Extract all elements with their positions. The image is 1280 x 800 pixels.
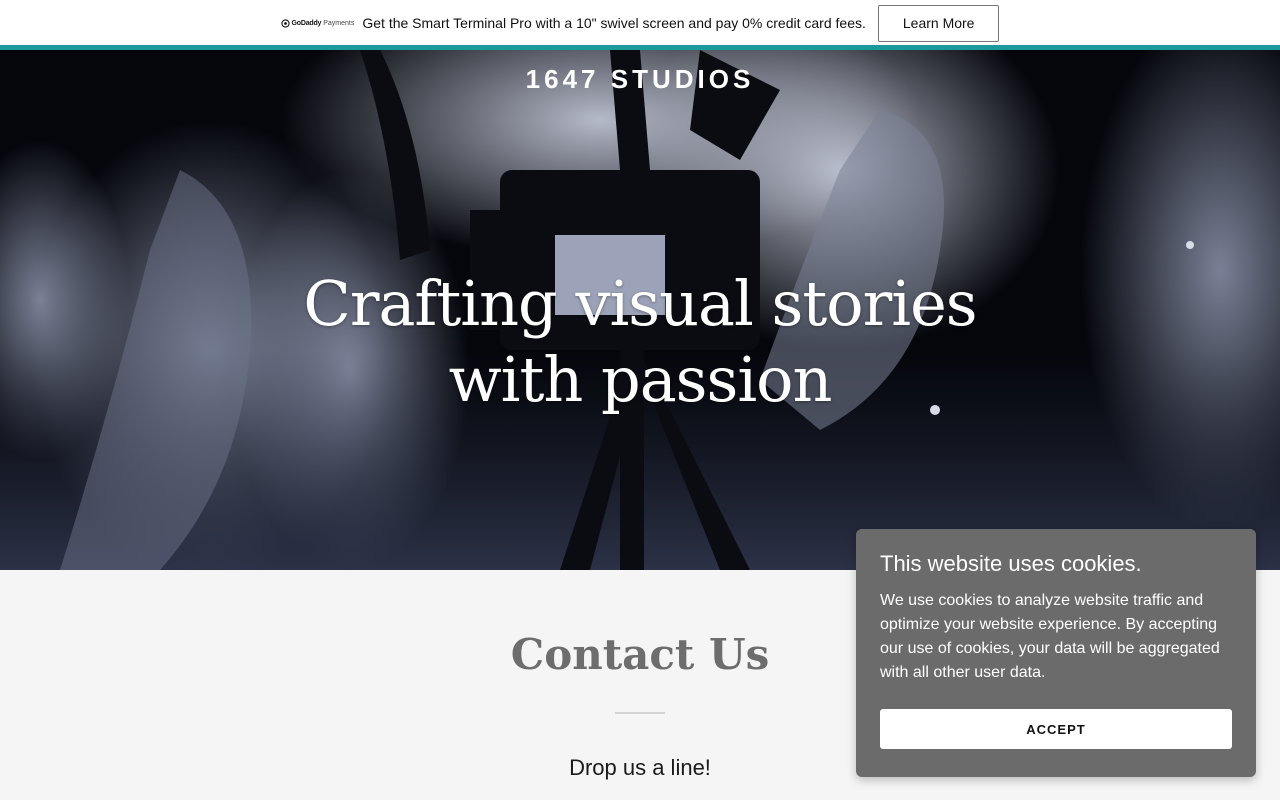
cookie-body: We use cookies to analyze website traffi…: [880, 592, 1220, 681]
site-title[interactable]: 1647 STUDIOS: [0, 64, 1280, 95]
godaddy-payments-logo: GoDaddy Payments: [280, 18, 355, 28]
logo-brand: GoDaddy: [291, 19, 322, 27]
section-divider: [615, 712, 665, 714]
hero-headline: Crafting visual stories with passion: [303, 267, 977, 416]
godaddy-logo-icon: [280, 18, 290, 28]
cookie-title: This website uses cookies.: [880, 551, 1142, 576]
accept-cookies-button[interactable]: ACCEPT: [880, 709, 1232, 749]
learn-more-button[interactable]: Learn More: [877, 4, 1000, 42]
logo-sub: Payments: [323, 19, 355, 27]
hero-banner: 1647 STUDIOS Crafting visual stories wit…: [0, 50, 1280, 570]
promo-bar: GoDaddy Payments Get the Smart Terminal …: [0, 0, 1280, 46]
promo-text: Get the Smart Terminal Pro with a 10" sw…: [362, 15, 866, 31]
cookie-consent-panel: This website uses cookies. We use cookie…: [856, 529, 1256, 777]
